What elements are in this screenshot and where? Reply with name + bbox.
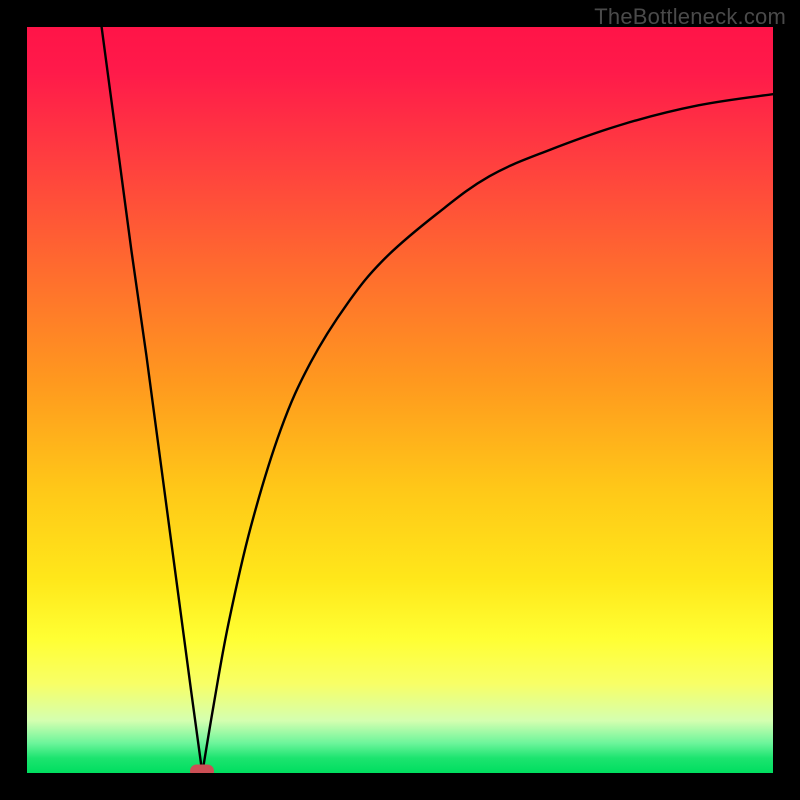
chart-frame: TheBottleneck.com (0, 0, 800, 800)
minimum-marker (190, 765, 214, 774)
watermark-text: TheBottleneck.com (594, 4, 786, 30)
curve-layer (27, 27, 773, 773)
curve-left (102, 27, 203, 773)
curve-right (202, 94, 773, 773)
plot-area (27, 27, 773, 773)
